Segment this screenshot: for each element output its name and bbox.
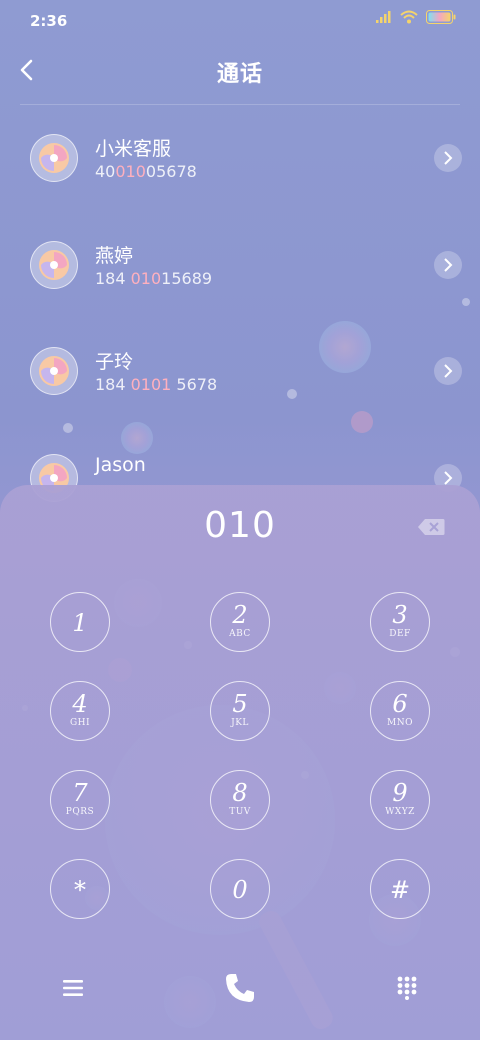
key-3[interactable]: 3 DEF bbox=[370, 592, 430, 652]
contact-number: 184 0101 5678 bbox=[95, 375, 218, 394]
contact-row[interactable]: 小米客服 4001005678 bbox=[0, 110, 480, 210]
avatar bbox=[30, 134, 78, 182]
chevron-right-icon bbox=[444, 258, 453, 272]
call-button[interactable] bbox=[220, 968, 260, 1008]
battery-icon bbox=[426, 10, 456, 24]
key-1[interactable]: 1 bbox=[50, 592, 110, 652]
status-bar: 2:36 bbox=[0, 0, 480, 40]
key-2[interactable]: 2 ABC bbox=[210, 592, 270, 652]
lollipop-avatar-icon bbox=[39, 250, 69, 280]
key-0[interactable]: 0 bbox=[210, 859, 270, 919]
status-time: 2:36 bbox=[30, 12, 68, 30]
lollipop-avatar-icon bbox=[39, 356, 69, 386]
dialed-number: 010 bbox=[204, 505, 276, 546]
key-6[interactable]: 6 MNO bbox=[370, 681, 430, 741]
chevron-right-icon bbox=[444, 364, 453, 378]
signal-icon bbox=[376, 11, 391, 23]
contact-row[interactable]: 燕婷 184 01015689 bbox=[0, 217, 480, 317]
key-9[interactable]: 9 WXYZ bbox=[370, 770, 430, 830]
key-hash[interactable]: # bbox=[370, 859, 430, 919]
contact-number: 4001005678 bbox=[95, 162, 197, 181]
keypad-toggle-button[interactable] bbox=[387, 968, 427, 1008]
keypad-icon bbox=[397, 976, 417, 1000]
contact-detail-button[interactable] bbox=[434, 357, 462, 385]
key-star[interactable]: * bbox=[50, 859, 110, 919]
contact-name: Jason bbox=[95, 454, 146, 476]
key-7[interactable]: 7 PQRS bbox=[50, 770, 110, 830]
contact-detail-button[interactable] bbox=[434, 144, 462, 172]
contact-name: 小米客服 bbox=[95, 138, 172, 160]
page-title: 通话 bbox=[216, 62, 263, 87]
backspace-button[interactable] bbox=[417, 518, 445, 536]
key-8[interactable]: 8 TUV bbox=[210, 770, 270, 830]
menu-icon bbox=[63, 980, 83, 996]
contact-number: 184 01015689 bbox=[95, 269, 213, 288]
header: 通话 bbox=[0, 46, 480, 96]
chevron-right-icon bbox=[444, 151, 453, 165]
wifi-icon bbox=[400, 10, 418, 24]
menu-button[interactable] bbox=[53, 968, 93, 1008]
lollipop-avatar-icon bbox=[39, 143, 69, 173]
header-divider bbox=[20, 104, 460, 105]
bottom-bar bbox=[0, 960, 480, 1020]
key-5[interactable]: 5 JKL bbox=[210, 681, 270, 741]
backspace-icon bbox=[418, 519, 445, 535]
contact-detail-button[interactable] bbox=[434, 251, 462, 279]
dialer-panel: 010 1 2 ABC 3 DEF 4 GHI 5 JKL 6 MNO 7 PQRS 8 TU… bbox=[0, 485, 480, 1040]
avatar bbox=[30, 241, 78, 289]
avatar bbox=[30, 347, 78, 395]
contact-row[interactable]: 子玲 184 0101 5678 bbox=[0, 323, 480, 423]
key-4[interactable]: 4 GHI bbox=[50, 681, 110, 741]
call-icon bbox=[226, 974, 254, 1002]
contact-name: 子玲 bbox=[95, 351, 134, 373]
chevron-right-icon bbox=[444, 471, 453, 485]
contact-name: 燕婷 bbox=[95, 245, 134, 267]
